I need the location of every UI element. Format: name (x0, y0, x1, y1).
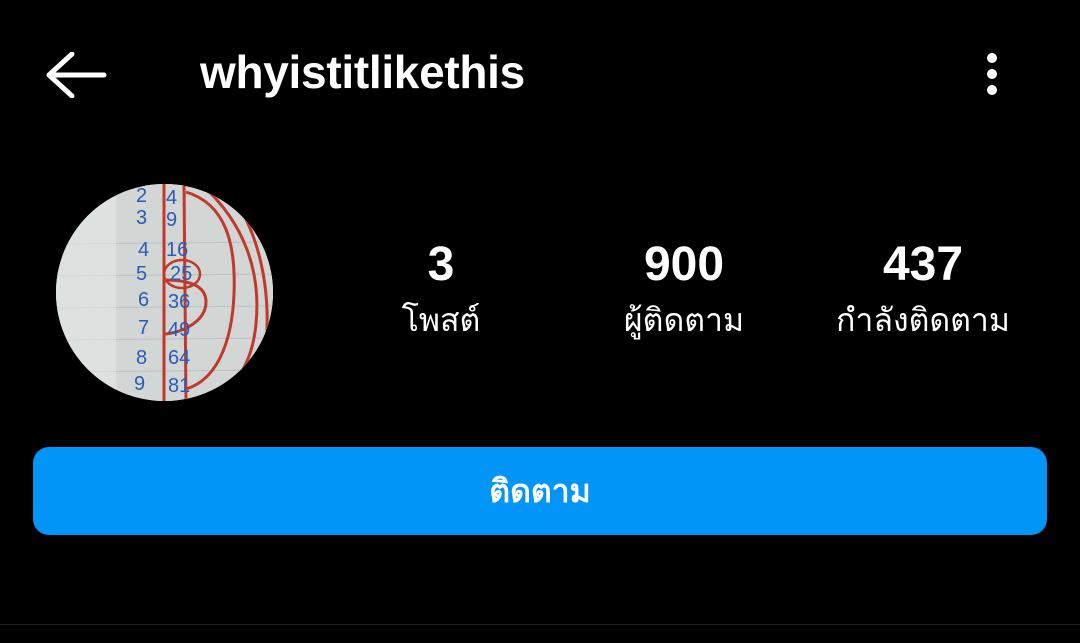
stat-posts[interactable]: 3 โพสต์ (356, 236, 526, 342)
svg-text:4: 4 (138, 239, 149, 261)
svg-text:4: 4 (166, 187, 177, 209)
svg-text:64: 64 (168, 347, 190, 369)
profile-username: whyistitlikethis (200, 46, 525, 98)
svg-text:9: 9 (134, 373, 145, 395)
svg-text:6: 6 (138, 289, 149, 311)
svg-text:2: 2 (136, 185, 147, 207)
follow-button[interactable]: ติดตาม (33, 447, 1047, 535)
stat-following-value: 437 (882, 238, 964, 291)
stat-following-label: กำลังติดตาม (836, 301, 1010, 339)
svg-text:16: 16 (166, 239, 188, 261)
stat-posts-label: โพสต์ (401, 301, 481, 339)
svg-text:9: 9 (166, 209, 177, 231)
svg-text:7: 7 (138, 317, 149, 339)
profile-picture: 2 3 4 5 6 7 8 9 4 9 16 25 36 49 64 81 (56, 184, 273, 401)
top-bar: whyistitlikethis (0, 0, 1080, 150)
svg-text:5: 5 (136, 263, 147, 285)
svg-text:81: 81 (168, 375, 190, 397)
svg-text:25: 25 (170, 263, 192, 285)
svg-text:49: 49 (168, 319, 190, 341)
back-button[interactable] (36, 38, 116, 112)
stat-followers-label: ผู้ติดตาม (623, 301, 745, 339)
follow-button-label: ติดตาม (489, 471, 591, 510)
avatar[interactable]: 2 3 4 5 6 7 8 9 4 9 16 25 36 49 64 81 (56, 184, 273, 401)
more-vertical-icon (987, 53, 997, 95)
svg-text:3: 3 (136, 207, 147, 229)
stat-posts-value: 3 (427, 238, 455, 291)
svg-text:36: 36 (168, 291, 190, 313)
stat-following[interactable]: 437 กำลังติดตาม (816, 236, 1030, 342)
stat-followers-value: 900 (643, 238, 725, 291)
stat-followers[interactable]: 900 ผู้ติดตาม (584, 236, 784, 342)
arrow-left-icon (46, 52, 107, 98)
svg-text:8: 8 (136, 347, 147, 369)
divider (0, 624, 1080, 625)
more-options-button[interactable] (966, 44, 1018, 104)
profile-stats: 3 โพสต์ 900 ผู้ติดตาม 437 กำลังติดตาม (320, 236, 1080, 356)
